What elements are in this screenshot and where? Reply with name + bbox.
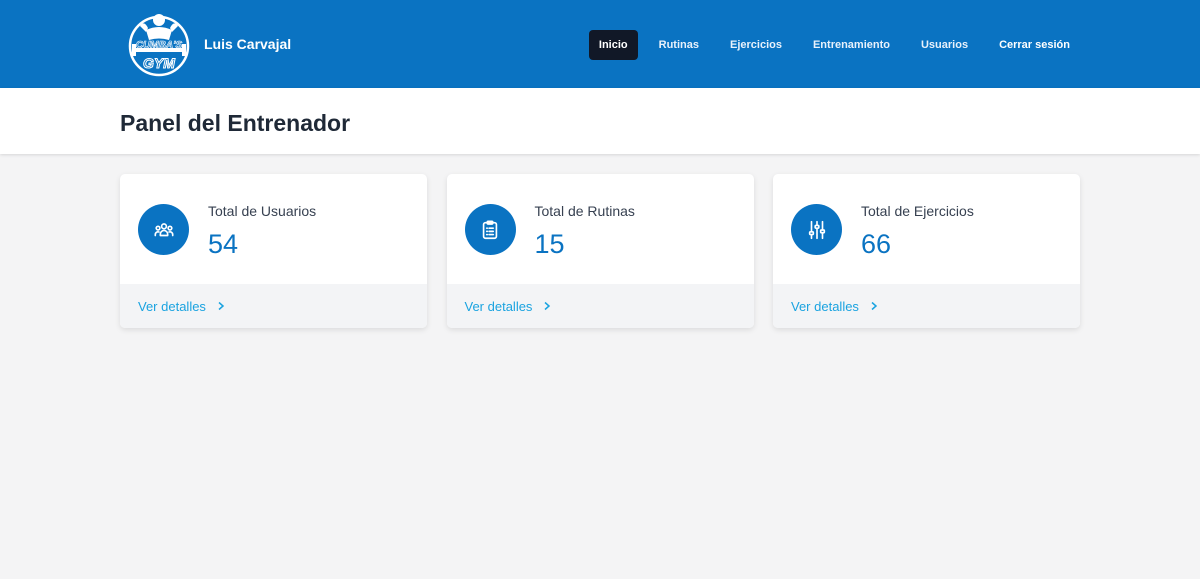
top-navbar: CUMBA'S GYM Luis Carvajal Inicio Rutinas… bbox=[0, 0, 1200, 88]
gym-logo-icon: CUMBA'S GYM bbox=[128, 14, 190, 77]
stat-card-usuarios: Total de Usuarios 54 Ver detalles bbox=[120, 174, 427, 328]
stat-card-rutinas: Total de Rutinas 15 Ver detalles bbox=[446, 174, 754, 328]
view-details-label: Ver detalles bbox=[464, 298, 533, 314]
page-title: Panel del Entrenador bbox=[120, 110, 351, 136]
card-footer: Ver detalles bbox=[446, 284, 754, 328]
nav-item-rutinas[interactable]: Rutinas bbox=[649, 30, 709, 60]
main-nav: Inicio Rutinas Ejercicios Entrenamiento … bbox=[578, 30, 1080, 60]
users-group-icon bbox=[138, 204, 189, 255]
logout-button[interactable]: Cerrar sesión bbox=[989, 30, 1080, 60]
chevron-right-icon bbox=[218, 301, 225, 311]
sliders-icon bbox=[791, 204, 842, 255]
view-details-link[interactable]: Ver detalles bbox=[138, 299, 226, 314]
view-details-link[interactable]: Ver detalles bbox=[465, 299, 553, 314]
brand-name: Luis Carvajal bbox=[204, 36, 292, 52]
view-details-link[interactable]: Ver detalles bbox=[791, 299, 879, 314]
clipboard-list-icon bbox=[464, 204, 516, 255]
brand[interactable]: CUMBA'S GYM Luis Carvajal bbox=[126, 10, 291, 78]
nav-item-ejercicios[interactable]: Ejercicios bbox=[720, 30, 792, 60]
nav-item-inicio[interactable]: Inicio bbox=[588, 30, 638, 60]
view-details-label: Ver detalles bbox=[791, 298, 859, 314]
stat-value: 54 bbox=[208, 229, 239, 259]
logo-text-top: CUMBA'S bbox=[136, 40, 183, 51]
stat-value: 15 bbox=[534, 229, 565, 259]
stat-card-ejercicios: Total de Ejercicios 66 Ver detalles bbox=[773, 174, 1080, 328]
chevron-right-icon bbox=[544, 301, 551, 311]
card-footer: Ver detalles bbox=[773, 284, 1080, 328]
stats-cards: Total de Usuarios 54 Ver detalles Total … bbox=[120, 174, 1080, 328]
stat-label: Total de Rutinas bbox=[534, 203, 635, 219]
view-details-label: Ver detalles bbox=[138, 298, 206, 314]
card-footer: Ver detalles bbox=[120, 284, 427, 328]
stat-label: Total de Usuarios bbox=[208, 203, 317, 219]
nav-item-usuarios[interactable]: Usuarios bbox=[911, 30, 978, 60]
stat-label: Total de Ejercicios bbox=[861, 203, 974, 219]
page-header: Panel del Entrenador bbox=[0, 88, 1200, 154]
nav-item-entrenamiento[interactable]: Entrenamiento bbox=[803, 30, 900, 60]
logo-text-bottom: GYM bbox=[143, 55, 175, 71]
chevron-right-icon bbox=[871, 301, 878, 311]
stat-value: 66 bbox=[861, 229, 892, 259]
